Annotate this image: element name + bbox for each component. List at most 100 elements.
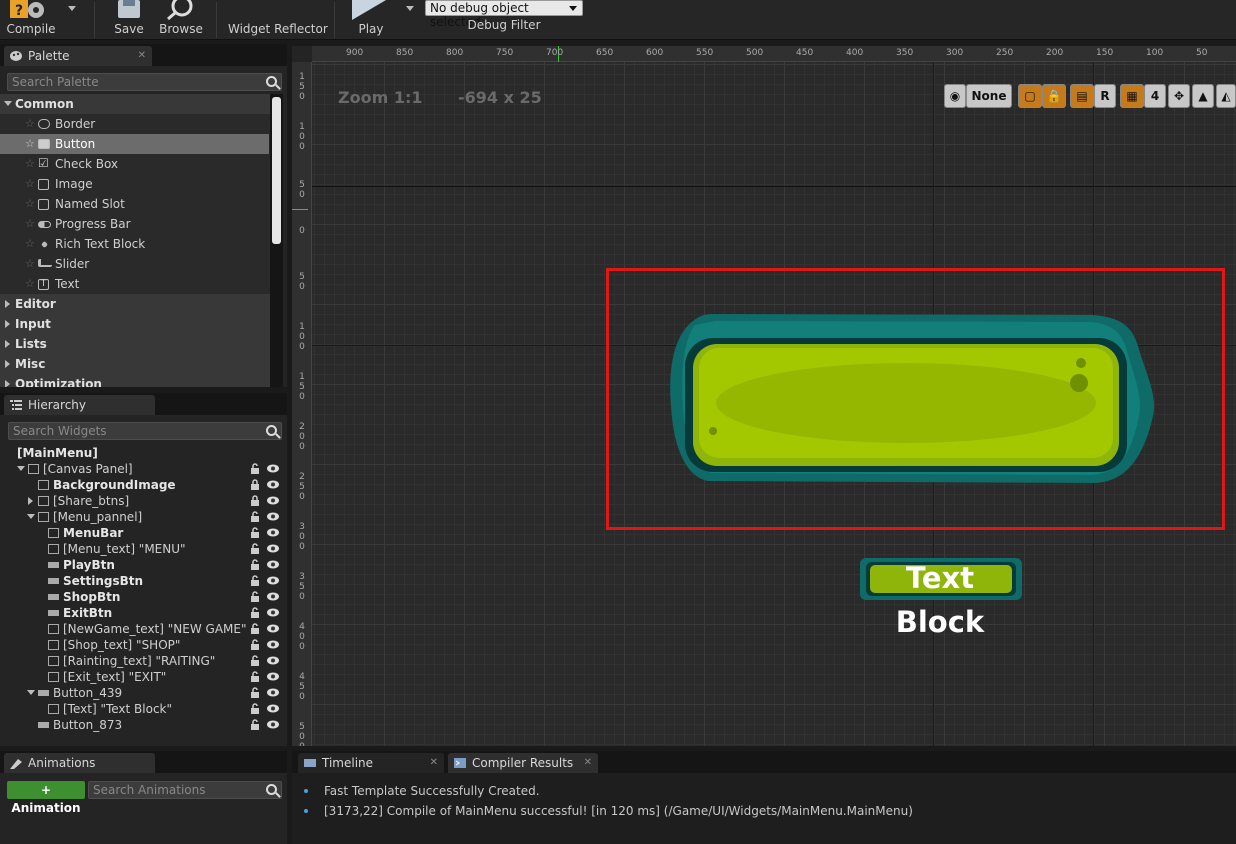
unlock-icon[interactable]	[250, 511, 260, 522]
hierarchy-row[interactable]: Button_439	[0, 685, 287, 701]
layout-icon[interactable]: ▤	[1070, 84, 1094, 108]
star-icon[interactable]: ☆	[25, 254, 35, 274]
widget-reflector-button[interactable]: Widget Reflector	[228, 0, 328, 40]
play-button[interactable]: Play	[346, 0, 396, 40]
tab-animations[interactable]: Animations	[4, 753, 155, 773]
tab-timeline[interactable]: Timeline ✕	[298, 753, 444, 773]
eye-icon[interactable]	[267, 592, 279, 601]
hierarchy-row[interactable]: ShopBtn	[0, 589, 287, 605]
close-icon[interactable]: ✕	[138, 46, 146, 66]
grid-size-select[interactable]: 4	[1144, 84, 1166, 108]
star-icon[interactable]: ☆	[25, 154, 35, 174]
tab-palette[interactable]: Palette ✕	[4, 46, 152, 66]
hierarchy-row[interactable]: ExitBtn	[0, 605, 287, 621]
eye-icon[interactable]	[267, 528, 279, 537]
hierarchy-row[interactable]: [Share_btns]	[0, 493, 287, 509]
move-icon[interactable]: ✥	[1168, 84, 1190, 108]
star-icon[interactable]: ☆	[25, 174, 35, 194]
star-icon[interactable]: ☆	[25, 134, 35, 154]
image-icon[interactable]: ▲	[1192, 84, 1214, 108]
eye-icon[interactable]	[267, 480, 279, 489]
eye-icon[interactable]	[267, 560, 279, 569]
debug-object-select[interactable]: No debug object selected	[425, 0, 583, 29]
unlock-icon[interactable]	[250, 543, 260, 554]
hierarchy-row[interactable]: [NewGame_text] "NEW GAME"	[0, 621, 287, 637]
design-canvas[interactable]: Zoom 1:1 -694 x 25 ◉ None ▢ 🔒 ▤ R ▦ 4 ✥ …	[312, 62, 1236, 746]
hierarchy-row[interactable]: [Canvas Panel]	[0, 461, 287, 477]
localization-select[interactable]: None	[966, 84, 1012, 108]
unlock-icon[interactable]	[250, 607, 260, 618]
unlock-icon[interactable]	[250, 703, 260, 714]
palette-item-slider[interactable]: ☆ Slider	[0, 254, 270, 274]
palette-item-image[interactable]: ☆ Image	[0, 174, 270, 194]
grid-snap-icon[interactable]: ▦	[1120, 84, 1144, 108]
text-block-widget[interactable]: Text Block	[860, 556, 1020, 639]
palette-item-border[interactable]: ☆ Border	[0, 114, 270, 134]
unlock-icon[interactable]	[250, 623, 260, 634]
eye-icon[interactable]	[267, 656, 279, 665]
play-dropdown-icon[interactable]	[406, 6, 414, 11]
star-icon[interactable]: ☆	[25, 114, 35, 134]
respect-locks-button[interactable]: R	[1094, 84, 1116, 108]
hierarchy-search-input[interactable]: Search Widgets	[8, 422, 282, 440]
hierarchy-row[interactable]: [Menu_text] "MENU"	[0, 541, 287, 557]
unlock-icon[interactable]	[250, 559, 260, 570]
unlock-icon[interactable]	[250, 527, 260, 538]
save-button[interactable]: Save	[108, 0, 150, 40]
hierarchy-row[interactable]: [Rainting_text] "RAITING"	[0, 653, 287, 669]
eye-icon[interactable]	[267, 576, 279, 585]
palette-item-button[interactable]: ☆ Button	[0, 134, 269, 154]
unlock-icon[interactable]	[250, 639, 260, 650]
palette-search-input[interactable]: Search Palette	[7, 73, 282, 91]
hierarchy-row[interactable]: PlayBtn	[0, 557, 287, 573]
unlock-icon[interactable]	[250, 719, 260, 730]
eye-icon[interactable]	[267, 512, 279, 521]
star-icon[interactable]: ☆	[25, 214, 35, 234]
eye-icon[interactable]	[267, 688, 279, 697]
flip-icon[interactable]: ◭	[1216, 84, 1236, 108]
unlock-icon[interactable]	[250, 687, 260, 698]
browse-button[interactable]: Browse	[158, 0, 204, 40]
palette-item-rich-text-block[interactable]: ☆ Rich Text Block	[0, 234, 270, 254]
globe-icon[interactable]: ◉	[944, 84, 966, 108]
eye-icon[interactable]	[267, 720, 279, 729]
eye-icon[interactable]	[267, 640, 279, 649]
lock-icon[interactable]	[250, 479, 260, 490]
palette-item-text[interactable]: ☆ T Text	[0, 274, 270, 294]
palette-category-editor[interactable]: Editor	[0, 294, 270, 314]
animations-search-input[interactable]: Search Animations	[88, 781, 282, 799]
unlock-icon[interactable]	[250, 575, 260, 586]
designer-viewport[interactable]: 900 850 800 750 700 650 600 550 500 450 400 350 300 2…	[292, 46, 1236, 746]
palette-scrollbar[interactable]	[270, 94, 283, 387]
compile-button[interactable]: ? Compile	[0, 0, 62, 40]
palette-scrollbar-thumb[interactable]	[272, 97, 281, 244]
hierarchy-row[interactable]: MenuBar	[0, 525, 287, 541]
unlock-icon[interactable]	[250, 591, 260, 602]
palette-category-lists[interactable]: Lists	[0, 334, 270, 354]
eye-icon[interactable]	[267, 496, 279, 505]
palette-item-named-slot[interactable]: ☆ Named Slot	[0, 194, 270, 214]
palette-category-input[interactable]: Input	[0, 314, 270, 334]
hierarchy-row[interactable]: BackgroundImage	[0, 477, 287, 493]
add-animation-button[interactable]: + Animation	[7, 781, 85, 815]
star-icon[interactable]: ☆	[25, 274, 35, 294]
hierarchy-row[interactable]: SettingsBtn	[0, 573, 287, 589]
tab-compiler-results[interactable]: Compiler Results ✕	[448, 753, 598, 773]
unlock-icon[interactable]	[250, 655, 260, 666]
hierarchy-row[interactable]: [Menu_pannel]	[0, 509, 287, 525]
lock-icon[interactable]: 🔒	[1042, 84, 1066, 108]
eye-icon[interactable]	[267, 704, 279, 713]
star-icon[interactable]: ☆	[25, 234, 35, 254]
palette-item-progress-bar[interactable]: ☆ Progress Bar	[0, 214, 270, 234]
star-icon[interactable]: ☆	[25, 194, 35, 214]
hierarchy-root[interactable]: [MainMenu]	[0, 445, 287, 461]
eye-icon[interactable]	[267, 608, 279, 617]
palette-category-optimization[interactable]: Optimization	[0, 374, 270, 387]
hierarchy-row[interactable]: [Shop_text] "SHOP"	[0, 637, 287, 653]
palette-item-check-box[interactable]: ☆ ☑ Check Box	[0, 154, 270, 174]
lock-icon[interactable]	[250, 495, 260, 506]
hierarchy-row[interactable]: [Text] "Text Block"	[0, 701, 287, 717]
unlock-icon[interactable]	[250, 671, 260, 682]
eye-icon[interactable]	[267, 624, 279, 633]
tab-hierarchy[interactable]: Hierarchy	[4, 395, 155, 415]
